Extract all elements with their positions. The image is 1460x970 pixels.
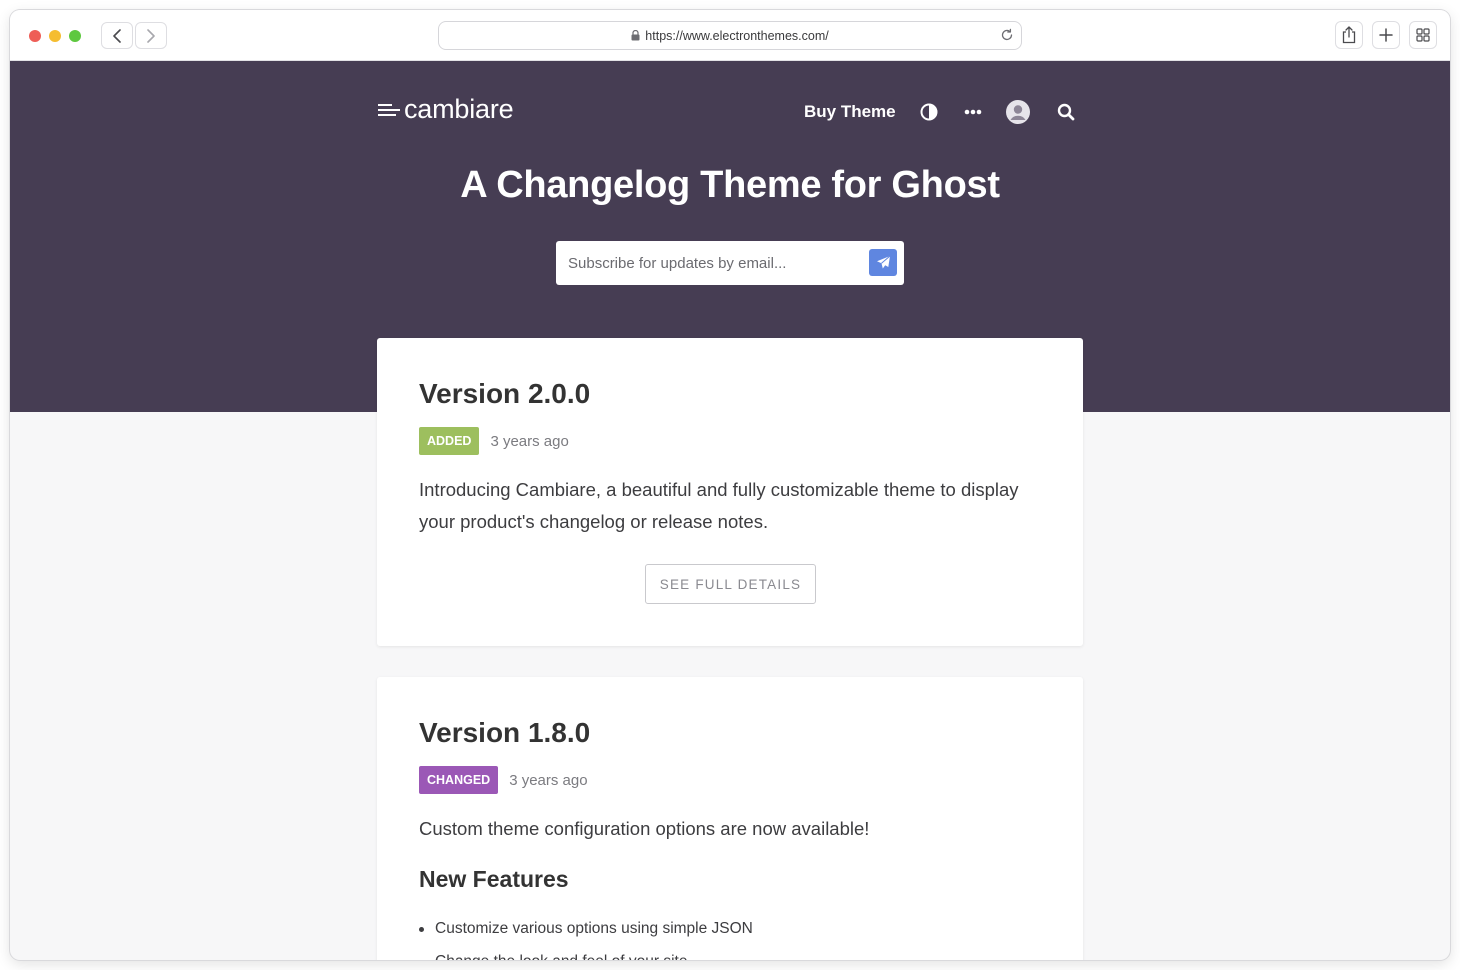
post-title[interactable]: Version 2.0.0 bbox=[419, 378, 590, 410]
share-icon bbox=[1342, 26, 1356, 44]
search-button[interactable] bbox=[1056, 102, 1075, 121]
chevron-right-icon bbox=[147, 28, 155, 43]
post-card: Version 1.8.0 CHANGED 3 years ago Custom… bbox=[377, 677, 1083, 960]
post-excerpt: Introducing Cambiare, a beautiful and fu… bbox=[419, 479, 1019, 532]
list-item: Change the look and feel of your site bbox=[435, 950, 753, 960]
menu-lines-icon bbox=[378, 103, 400, 116]
theme-toggle-button[interactable] bbox=[920, 103, 938, 121]
lock-icon bbox=[631, 30, 640, 41]
more-dots-icon bbox=[964, 109, 982, 115]
tab-overview-button[interactable] bbox=[1409, 21, 1437, 49]
list-item: Customize various options using simple J… bbox=[419, 917, 753, 940]
browser-window: https://www.electronthemes.com/ cambiare… bbox=[10, 10, 1450, 960]
post-tag-badge[interactable]: CHANGED bbox=[419, 766, 499, 794]
post-excerpt: Custom theme configuration options are n… bbox=[419, 818, 870, 839]
subscribe-form bbox=[556, 241, 904, 285]
contrast-icon bbox=[920, 103, 938, 121]
buy-theme-link[interactable]: Buy Theme bbox=[804, 102, 896, 122]
post-tag-badge[interactable]: ADDED bbox=[419, 427, 480, 455]
post-timestamp: 3 years ago bbox=[490, 432, 569, 450]
account-button[interactable] bbox=[1006, 100, 1030, 124]
chevron-left-icon bbox=[113, 28, 121, 43]
top-navigation: Buy Theme bbox=[804, 99, 896, 125]
section-heading: New Features bbox=[419, 866, 569, 892]
address-bar[interactable]: https://www.electronthemes.com/ bbox=[438, 21, 1022, 50]
close-window-button[interactable] bbox=[29, 30, 41, 42]
post-meta: ADDED 3 years ago bbox=[419, 427, 569, 455]
hero-title: A Changelog Theme for Ghost bbox=[460, 164, 1000, 206]
plus-icon bbox=[1379, 28, 1393, 42]
post-title[interactable]: Version 1.8.0 bbox=[419, 717, 590, 749]
logo-text: cambiare bbox=[404, 94, 514, 124]
user-avatar-icon bbox=[1006, 100, 1030, 124]
maximize-window-button[interactable] bbox=[69, 30, 81, 42]
see-full-details-button[interactable]: SEE FULL DETAILS bbox=[645, 564, 816, 604]
paper-plane-icon bbox=[876, 255, 890, 269]
feature-list: Customize various options using simple J… bbox=[419, 917, 753, 960]
url-text: https://www.electronthemes.com/ bbox=[645, 28, 829, 43]
grid-icon bbox=[1416, 28, 1430, 42]
post-meta: CHANGED 3 years ago bbox=[419, 766, 588, 794]
new-tab-button[interactable] bbox=[1372, 21, 1400, 49]
browser-toolbar: https://www.electronthemes.com/ bbox=[10, 10, 1450, 61]
forward-button[interactable] bbox=[135, 22, 167, 49]
share-button[interactable] bbox=[1335, 21, 1363, 49]
post-card: Version 2.0.0 ADDED 3 years ago Introduc… bbox=[377, 338, 1083, 646]
back-button[interactable] bbox=[101, 22, 133, 49]
search-icon bbox=[1057, 103, 1074, 120]
reload-icon[interactable] bbox=[1000, 28, 1014, 42]
site-logo[interactable]: cambiare bbox=[378, 94, 514, 125]
more-menu-button[interactable] bbox=[963, 104, 983, 120]
post-timestamp: 3 years ago bbox=[509, 771, 588, 789]
minimize-window-button[interactable] bbox=[49, 30, 61, 42]
subscribe-email-input[interactable] bbox=[556, 241, 856, 285]
subscribe-submit-button[interactable] bbox=[869, 249, 897, 276]
